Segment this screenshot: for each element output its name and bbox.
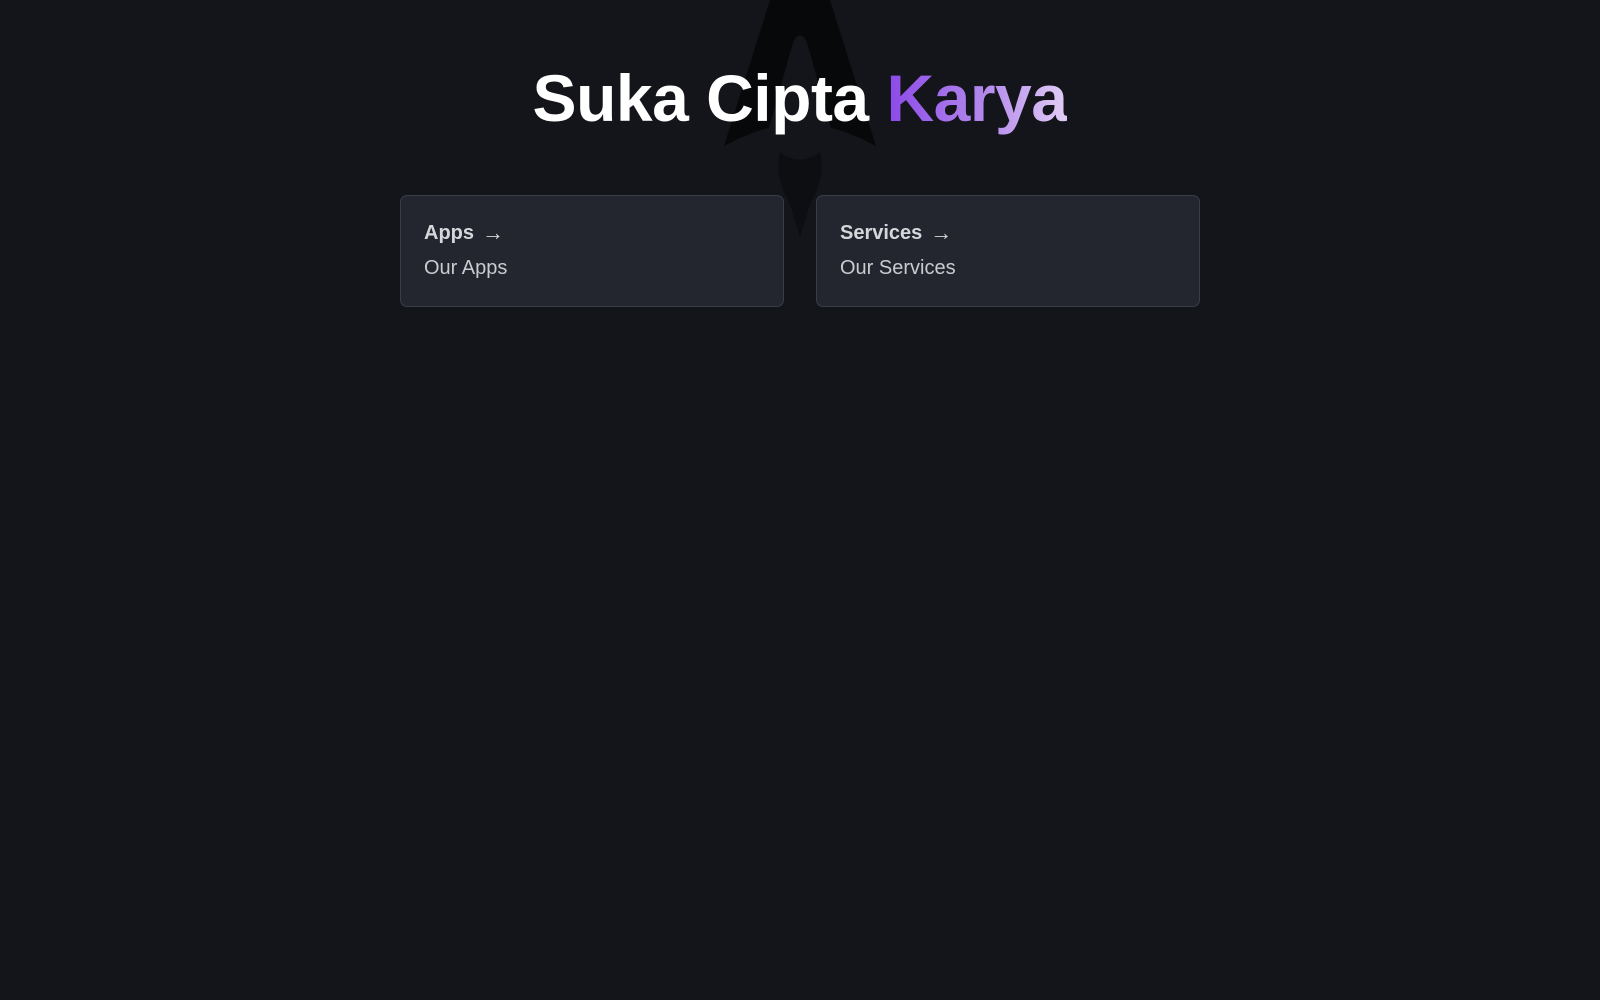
services-card-title-text: Services bbox=[840, 222, 923, 244]
apps-card-title: Apps → bbox=[424, 218, 760, 248]
apps-card[interactable]: Apps → Our Apps bbox=[400, 195, 784, 307]
arrow-right-icon: → bbox=[482, 220, 504, 245]
services-card[interactable]: Services → Our Services bbox=[816, 195, 1200, 307]
card-grid: Apps → Our Apps Services → Our Services bbox=[400, 195, 1200, 307]
apps-card-description: Our Apps bbox=[424, 257, 508, 279]
apps-card-title-text: Apps bbox=[424, 222, 474, 244]
services-card-description: Our Services bbox=[840, 257, 956, 279]
arrow-right-icon: → bbox=[930, 220, 953, 245]
title-accent: Karya bbox=[886, 61, 1068, 135]
page: Suka Cipta Karya Apps → Our Apps Service… bbox=[0, 0, 1600, 1000]
page-title: Suka Cipta Karya bbox=[0, 56, 1600, 140]
title-main: Suka Cipta bbox=[532, 61, 870, 135]
services-card-title: Services → bbox=[840, 218, 1176, 248]
